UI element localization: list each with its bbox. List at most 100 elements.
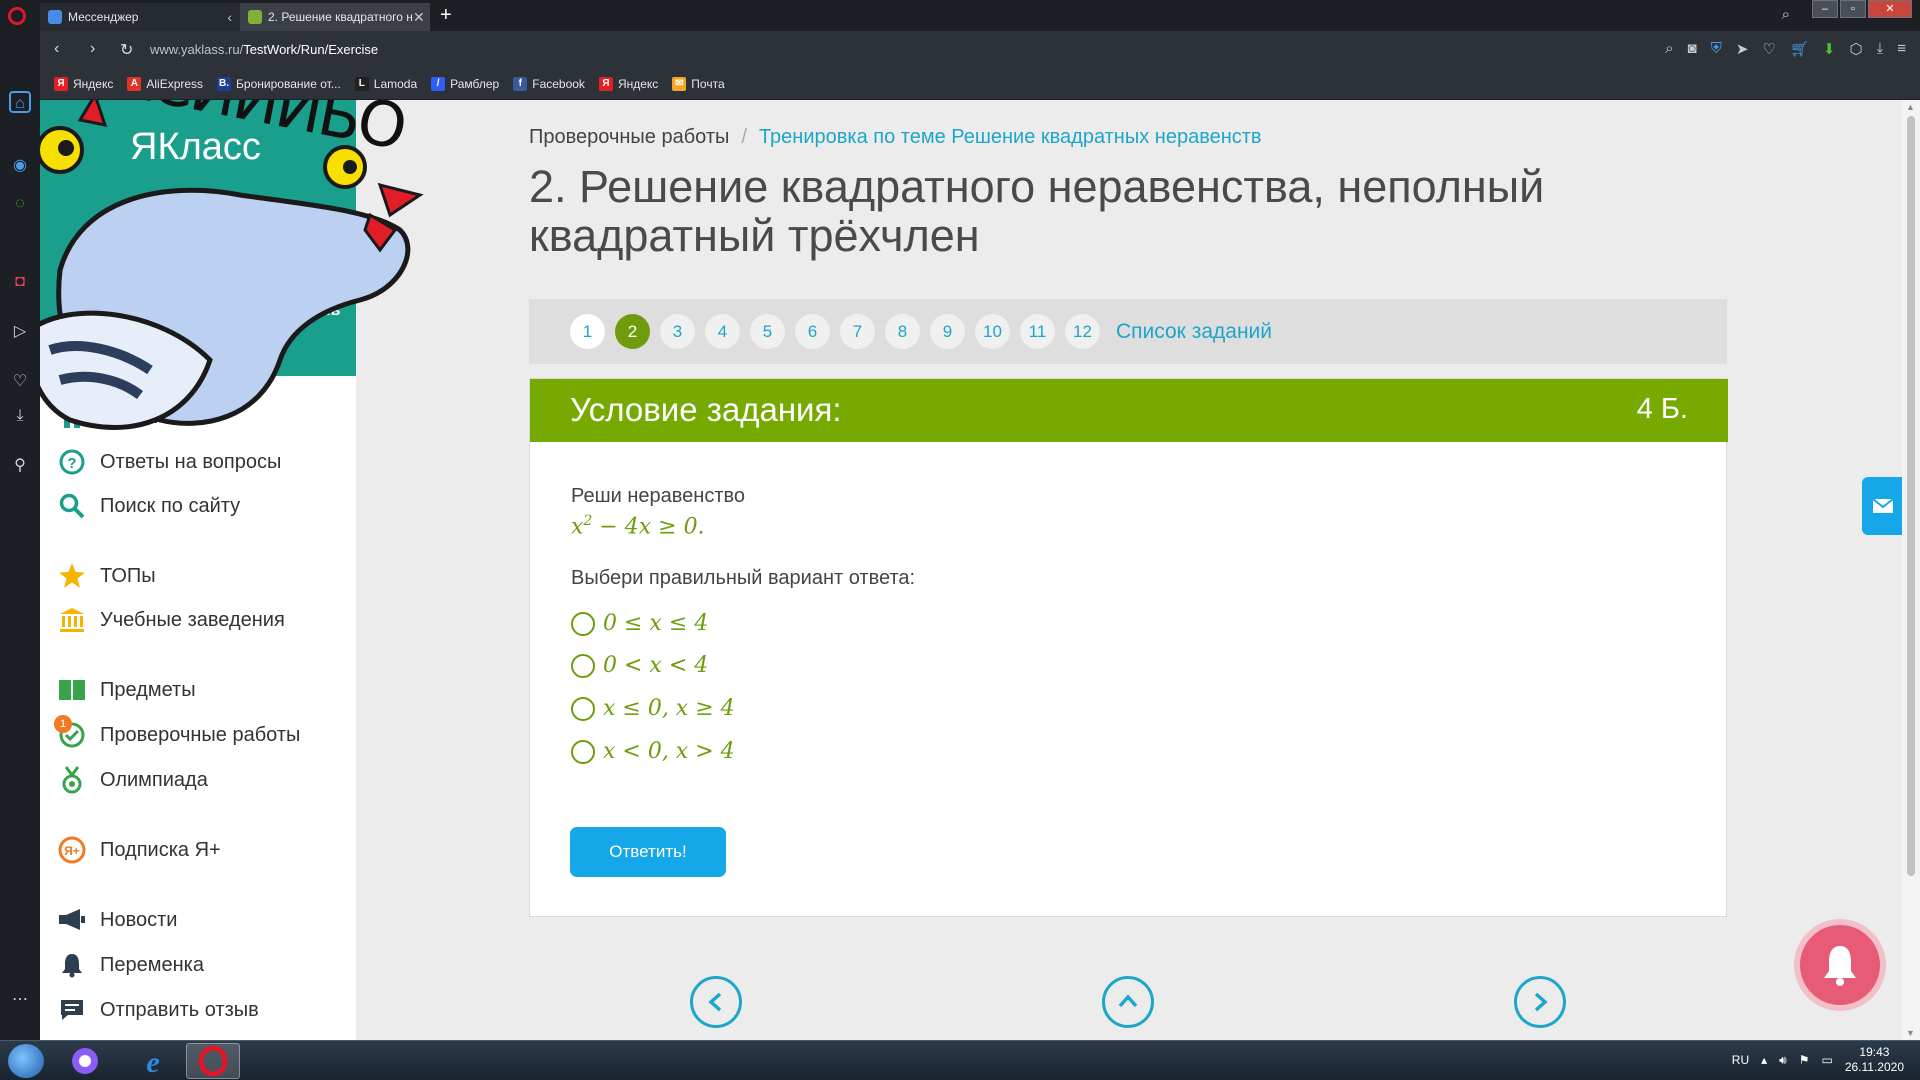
question-number[interactable]: 11 [1020,314,1055,349]
bookmark-item[interactable]: A AliExpress [127,76,203,91]
close-tab-icon[interactable]: ✕ [413,9,425,26]
maximize-button[interactable]: ▫ [1840,0,1866,18]
profile-link[interactable]: Мой профиль [230,302,340,320]
snapshot-icon[interactable]: ◙ [1688,40,1697,58]
scroll-top-button[interactable] [1102,976,1154,1028]
adblock-shield-icon[interactable]: ⛨ [1711,40,1722,58]
downloads-icon[interactable]: ⤓ [1877,40,1884,58]
back-icon[interactable]: ‹ [54,40,59,58]
opera-logo-icon[interactable] [8,7,26,25]
notifications-button[interactable] [1794,919,1886,1011]
close-window-button[interactable]: ✕ [1868,0,1912,18]
submit-answer-button[interactable]: Ответить! [570,827,726,877]
breadcrumb-current[interactable]: Тренировка по теме Решение квадратных не… [759,126,1262,148]
scroll-up-icon[interactable]: ▲ [1906,102,1915,112]
start-button[interactable] [8,1044,44,1078]
send-icon[interactable]: ▷ [9,321,31,343]
next-task-button[interactable] [1514,976,1566,1028]
heart-icon[interactable]: ♡ [9,371,31,393]
formula-rest: − 4x ≥ 0. [592,514,705,540]
answer-option[interactable]: 0 < x < 4 [571,653,708,678]
home-speed-dial-icon[interactable]: ⌂ [9,91,31,113]
tray-expand-icon[interactable]: ▴ [1761,1053,1767,1067]
close-tab-icon[interactable]: ‹ [227,9,232,25]
menu-item-search[interactable]: Поиск по сайту [58,491,240,521]
task-list-link[interactable]: Список заданий [1116,320,1272,344]
instagram-icon[interactable]: ◘ [9,271,31,293]
taskbar-app-ie[interactable]: e [126,1043,180,1079]
tab-exercise[interactable]: 2. Решение квадратного н ✕ [240,3,430,31]
feedback-mail-button[interactable] [1862,477,1902,535]
language-indicator[interactable]: RU [1732,1053,1749,1067]
send-icon[interactable]: ➤ [1736,40,1749,58]
cart-icon[interactable]: 🛒︎ [1790,40,1809,58]
scroll-down-icon[interactable]: ▼ [1906,1028,1915,1038]
question-number[interactable]: 4 [705,314,740,349]
bookmark-item[interactable]: B. Бронирование от... [217,76,341,91]
radio-button[interactable] [571,611,595,636]
downloads-icon[interactable]: ⤓ [9,405,31,427]
check-icon: 1 [54,715,86,749]
menu-item-break[interactable]: Переменка [58,950,204,980]
menu-item-home[interactable]: Начало [58,402,170,432]
tab-messenger[interactable]: Мессенджер ‹ [40,3,240,31]
more-icon[interactable]: ⋯ [9,989,31,1011]
action-center-icon[interactable]: ▭ [1821,1053,1832,1067]
menu-item-feedback[interactable]: Отправить отзыв [58,995,259,1025]
radio-button[interactable] [571,696,595,721]
heart-icon[interactable]: ♡ [1762,40,1775,58]
whatsapp-icon[interactable]: ◌ [9,193,31,215]
clock[interactable]: 19:43 26.11.2020 [1845,1045,1904,1075]
answer-option[interactable]: 0 ≤ x ≤ 4 [571,611,708,636]
bookmark-item[interactable]: f Facebook [513,76,585,91]
new-tab-button[interactable]: + [440,4,452,27]
bookmark-item[interactable]: L Lamoda [354,76,417,91]
taskbar-app-viber[interactable] [58,1043,112,1079]
url-field[interactable]: www.yaklass.ru/TestWork/Run/Exercise [150,42,378,57]
question-number[interactable]: 12 [1065,314,1100,349]
question-number[interactable]: 6 [795,314,830,349]
messenger-icon[interactable]: ◉ [9,155,31,177]
bookmark-item[interactable]: ✉ Почта [672,76,725,91]
question-number-active[interactable]: 2 [615,314,650,349]
minimize-button[interactable]: – [1812,0,1838,18]
menu-item-answers[interactable]: ? Ответы на вопросы [58,447,281,477]
breadcrumb-root[interactable]: Проверочные работы [529,126,729,148]
menu-item-subscription[interactable]: Я+ Подписка Я+ [58,835,221,865]
tab-search-icon[interactable]: ⌕ [1782,6,1790,23]
taskbar-app-opera[interactable] [186,1043,240,1079]
reload-icon[interactable]: ↻ [120,40,133,60]
answer-option[interactable]: x < 0, x > 4 [571,739,735,764]
scrollbar-thumb[interactable] [1907,116,1915,876]
menu-item-tops[interactable]: ТОПы [58,561,156,591]
menu-item-tests[interactable]: 1 Проверочные работы [54,715,300,750]
download-extension-icon[interactable]: ⬇ [1823,40,1836,58]
forward-icon[interactable]: › [90,40,95,58]
question-number[interactable]: 5 [750,314,785,349]
bookmark-item[interactable]: / Рамблер [431,76,499,91]
question-number[interactable]: 8 [885,314,920,349]
bookmark-item[interactable]: Я Яндекс [54,76,113,91]
lightbulb-icon[interactable]: ⚲ [9,455,31,477]
volume-icon[interactable]: 🔊︎ [1779,1053,1787,1068]
previous-task-button[interactable] [690,976,742,1028]
menu-item-olympiad[interactable]: Олимпиада [58,765,208,795]
logout-link[interactable]: Выйти [222,332,275,350]
question-number[interactable]: 7 [840,314,875,349]
menu-icon[interactable]: ≡ [1897,40,1906,58]
question-number[interactable]: 1 [570,314,605,349]
radio-button[interactable] [571,653,595,678]
menu-item-news[interactable]: Новости [58,905,177,935]
question-number[interactable]: 3 [660,314,695,349]
answer-option[interactable]: x ≤ 0, x ≥ 4 [571,696,735,721]
cube-icon[interactable]: ⬡ [1849,40,1862,58]
menu-item-schools[interactable]: Учебные заведения [58,605,285,635]
question-number[interactable]: 10 [975,314,1010,349]
zoom-icon[interactable]: ⌕ [1665,40,1673,58]
bookmark-item[interactable]: Я Яндекс [598,76,658,91]
menu-item-subjects[interactable]: Предметы [58,675,196,705]
radio-button[interactable] [571,739,595,764]
page-scrollbar[interactable]: ▲ ▼ [1902,100,1920,1040]
question-number[interactable]: 9 [930,314,965,349]
network-icon[interactable]: ⚑ [1799,1053,1810,1067]
